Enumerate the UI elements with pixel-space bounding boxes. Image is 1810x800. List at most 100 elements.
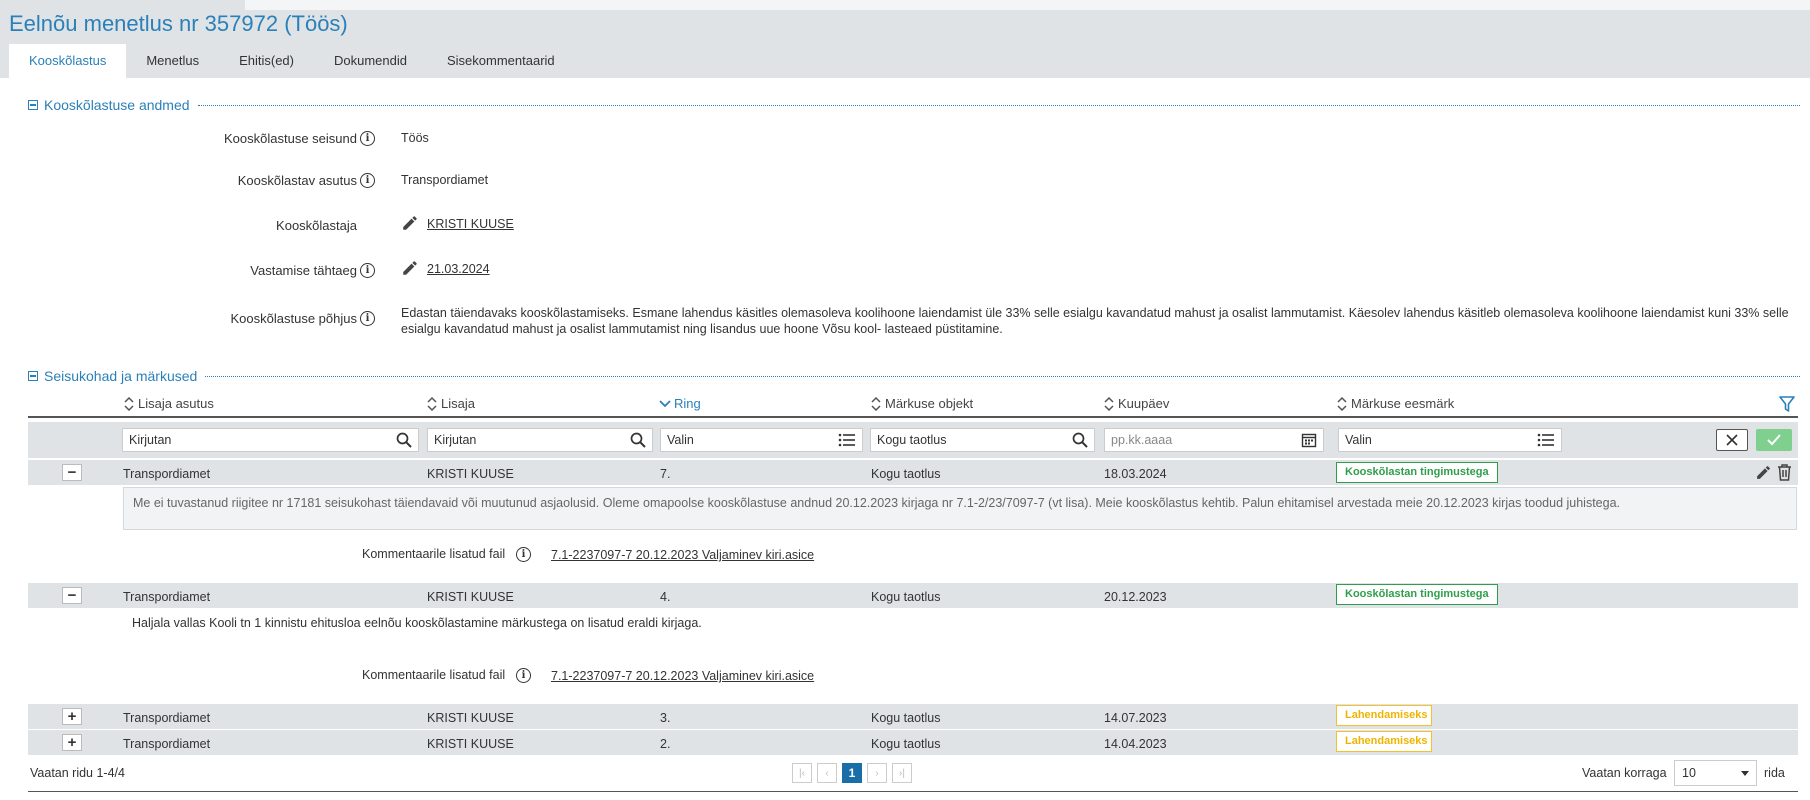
col-header-eesmark[interactable]: Märkuse eesmärk: [1337, 396, 1454, 411]
col-header-ring[interactable]: Ring: [659, 396, 701, 411]
remarks-section-header: Seisukohad ja märkused: [28, 368, 1800, 384]
pohjus-label: Kooskõlastuse põhjus: [230, 311, 357, 326]
asutus-label: Kooskõlastav asutus: [237, 173, 357, 188]
chevron-down-icon: [1741, 771, 1749, 776]
collapse-icon[interactable]: [28, 100, 38, 110]
per-page-suffix: rida: [1764, 766, 1785, 780]
tab-ehitised[interactable]: Ehitis(ed): [219, 44, 314, 78]
collapse-icon[interactable]: [28, 371, 38, 381]
cell-objekt: Kogu taotlus: [871, 467, 941, 481]
calendar-icon: [1301, 433, 1317, 448]
cell-ring: 3.: [660, 711, 671, 725]
page-button[interactable]: 1: [842, 763, 862, 783]
pohjus-value: Edastan täiendavaks kooskõlastamiseks. E…: [401, 306, 1789, 336]
filter-eesmark-select[interactable]: Valin: [1338, 428, 1562, 452]
seisund-label: Kooskõlastuse seisund: [224, 131, 357, 146]
cell-asutus: Transpordiamet: [123, 737, 211, 751]
cell-objekt: Kogu taotlus: [871, 590, 941, 604]
cell-ring: 4.: [660, 590, 671, 604]
apply-filter-button[interactable]: [1756, 429, 1792, 451]
status-badge: Lahendamiseks: [1336, 705, 1432, 726]
cell-ring: 7.: [660, 467, 671, 481]
tab-menetlus[interactable]: Menetlus: [126, 44, 219, 78]
col-header-asutus[interactable]: Lisaja asutus: [124, 396, 214, 411]
per-page-select[interactable]: 10: [1674, 760, 1757, 786]
comment-box: Me ei tuvastanud riigitee nr 17181 seisu…: [123, 487, 1797, 530]
tab-kooskolastus[interactable]: Kooskõlastus: [9, 44, 127, 78]
edit-icon[interactable]: [1755, 464, 1772, 481]
filter-asutus-input[interactable]: Kirjutan: [122, 428, 419, 452]
filter-kuupaev-input[interactable]: pp.kk.aaaa: [1104, 428, 1324, 452]
tab-sisekommentaarid[interactable]: Sisekommentaarid: [427, 44, 575, 78]
next-page-button[interactable]: ›: [867, 763, 887, 783]
cell-kuupaev: 18.03.2024: [1104, 467, 1167, 481]
file-label: Kommentaarile lisatud fail: [362, 547, 506, 561]
search-icon: [396, 432, 412, 448]
search-icon: [630, 432, 646, 448]
tahtaeg-link[interactable]: 21.03.2024: [427, 262, 490, 276]
prev-page-button[interactable]: ‹: [817, 763, 837, 783]
collapse-row-button[interactable]: −: [62, 587, 82, 604]
status-badge: Lahendamiseks: [1336, 731, 1432, 752]
filter-lisaja-input[interactable]: Kirjutan: [427, 428, 653, 452]
col-header-lisaja[interactable]: Lisaja: [427, 396, 475, 411]
info-icon[interactable]: i: [360, 131, 375, 146]
info-section-title: Kooskõlastuse andmed: [44, 97, 190, 113]
last-page-button[interactable]: ›|: [892, 763, 912, 783]
section-divider: [197, 104, 1800, 106]
clear-filter-button[interactable]: [1716, 429, 1748, 451]
kooskolastaja-link[interactable]: KRISTI KUUSE: [427, 217, 514, 231]
first-page-button[interactable]: |‹: [792, 763, 812, 783]
file-label: Kommentaarile lisatud fail: [362, 668, 506, 682]
list-icon: [1537, 433, 1554, 447]
page-title: Eelnõu menetlus nr 357972 (Töös): [9, 11, 348, 36]
info-icon[interactable]: i: [360, 311, 375, 326]
collapse-row-button[interactable]: −: [62, 464, 82, 481]
comment-text: Haljala vallas Kooli tn 1 kinnistu ehitu…: [132, 616, 702, 630]
cell-objekt: Kogu taotlus: [871, 737, 941, 751]
pencil-icon[interactable]: [401, 214, 419, 232]
pencil-icon[interactable]: [401, 259, 419, 277]
asutus-value: Transpordiamet: [401, 173, 489, 187]
filter-objekt-input[interactable]: Kogu taotlus: [870, 428, 1095, 452]
kooskolastaja-label: Kooskõlastaja: [276, 218, 357, 233]
per-page-label: Vaatan korraga: [1582, 766, 1667, 780]
tahtaeg-label: Vastamise tähtaeg: [250, 263, 357, 278]
sort-icon: [871, 396, 881, 411]
cell-asutus: Transpordiamet: [123, 590, 211, 604]
list-icon: [838, 433, 855, 447]
sort-icon: [124, 396, 134, 411]
bottom-divider: [28, 791, 1798, 792]
cell-asutus: Transpordiamet: [123, 467, 211, 481]
col-header-kuupaev[interactable]: Kuupäev: [1104, 396, 1169, 411]
status-badge: Kooskõlastan tingimustega: [1336, 462, 1498, 483]
expand-row-button[interactable]: +: [62, 734, 82, 751]
search-icon: [1072, 432, 1088, 448]
attachment-link[interactable]: 7.1-2237097-7 20.12.2023 Valjaminev kiri…: [551, 548, 814, 562]
cell-lisaja: KRISTI KUUSE: [427, 467, 514, 481]
trash-icon[interactable]: [1777, 464, 1792, 481]
tab-dokumendid[interactable]: Dokumendid: [314, 44, 427, 78]
cell-lisaja: KRISTI KUUSE: [427, 590, 514, 604]
sort-icon: [427, 396, 437, 411]
cell-lisaja: KRISTI KUUSE: [427, 737, 514, 751]
tab-bar: Kooskõlastus Menetlus Ehitis(ed) Dokumen…: [9, 44, 575, 78]
filter-ring-select[interactable]: Valin: [660, 428, 863, 452]
col-header-objekt[interactable]: Märkuse objekt: [871, 396, 973, 411]
info-icon[interactable]: i: [360, 263, 375, 278]
attachment-link[interactable]: 7.1-2237097-7 20.12.2023 Valjaminev kiri…: [551, 669, 814, 683]
top-strip: [245, 0, 1810, 10]
expand-row-button[interactable]: +: [62, 708, 82, 725]
cell-kuupaev: 14.07.2023: [1104, 711, 1167, 725]
close-icon: [1726, 434, 1738, 446]
info-icon[interactable]: i: [516, 547, 531, 562]
info-icon[interactable]: i: [516, 668, 531, 683]
cell-ring: 2.: [660, 737, 671, 751]
info-section-header: Kooskõlastuse andmed: [28, 97, 1800, 113]
cell-objekt: Kogu taotlus: [871, 711, 941, 725]
info-icon[interactable]: i: [360, 173, 375, 188]
sort-icon: [1104, 396, 1114, 411]
cell-kuupaev: 14.04.2023: [1104, 737, 1167, 751]
filter-icon[interactable]: [1779, 396, 1795, 413]
check-icon: [1767, 434, 1781, 446]
